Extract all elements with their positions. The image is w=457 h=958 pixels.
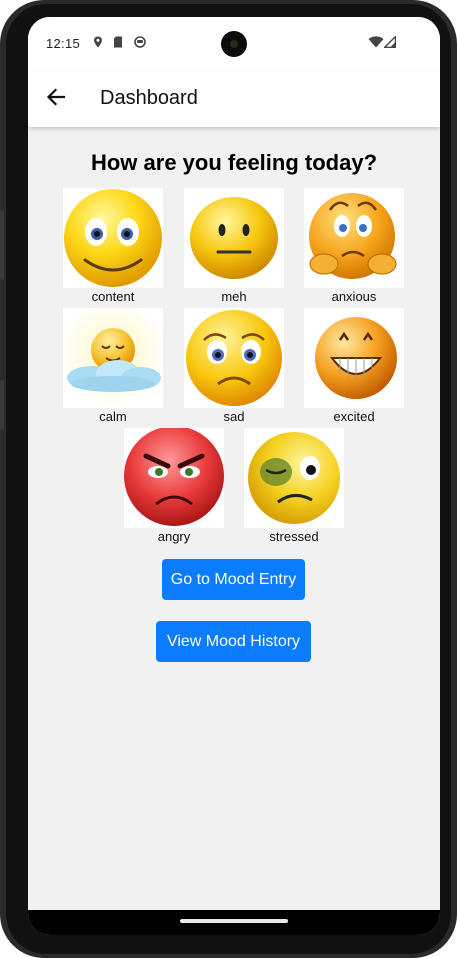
meh-face-icon [184,188,284,288]
mood-label: stressed [269,529,319,544]
sim-card-icon [112,36,124,48]
view-mood-history-button[interactable]: View Mood History [156,621,311,662]
sad-face-icon [184,308,284,408]
go-to-mood-entry-button[interactable]: Go to Mood Entry [162,559,305,600]
mood-label: sad [223,409,245,424]
mood-label: calm [99,409,127,424]
calm-face-icon [63,308,163,408]
location-icon [92,36,104,48]
signal-icon [384,36,396,48]
mood-question-heading: How are you feeling today? [90,150,378,175]
mood-content[interactable]: content [63,188,163,306]
mood-stressed[interactable]: stressed [244,428,344,546]
excited-face-icon [304,308,404,408]
device-frame: 12:15 Dashboard How are you feeling toda… [0,0,457,958]
angry-face-icon [124,426,224,528]
volume-button [0,210,4,280]
status-bar: 12:15 [28,17,440,71]
content-face-icon [63,188,163,288]
mood-calm[interactable]: calm [63,308,163,426]
mood-excited[interactable]: excited [304,308,404,426]
phone-screen: 12:15 Dashboard How are you feeling toda… [28,17,440,935]
wifi-icon [368,36,384,48]
stressed-face-icon [244,428,344,528]
front-camera [221,31,247,57]
status-time: 12:15 [46,36,81,51]
page-title: Dashboard [100,87,198,109]
mood-label: anxious [331,289,377,304]
home-gesture-handle[interactable] [180,919,288,923]
mood-label: content [91,289,135,304]
mood-anxious[interactable]: anxious [304,188,404,306]
mood-label: meh [221,289,247,304]
back-button[interactable] [42,85,70,113]
mood-meh[interactable]: meh [184,188,284,306]
anxious-face-icon [304,188,404,288]
mood-angry[interactable]: angry [124,426,224,546]
privacy-icon [134,36,146,48]
mood-sad[interactable]: sad [184,308,284,426]
app-bar: Dashboard [28,71,440,127]
power-button [0,380,4,430]
mood-label: angry [157,529,191,544]
mood-label: excited [333,409,375,424]
arrow-left-icon [46,87,66,111]
